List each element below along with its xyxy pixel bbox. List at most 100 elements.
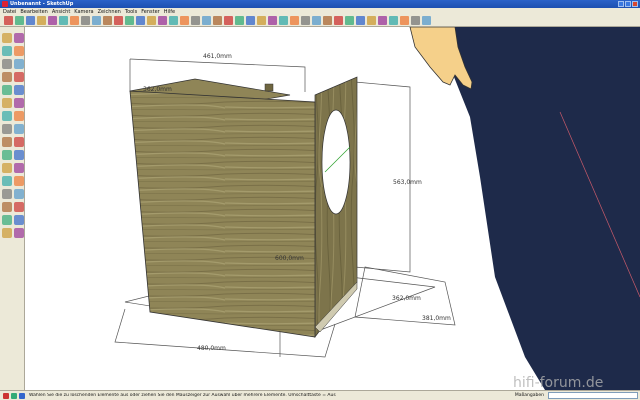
offset-icon[interactable]: [147, 16, 156, 25]
look-around-tool-icon[interactable]: [14, 215, 24, 225]
arc-icon[interactable]: [37, 16, 46, 25]
protractor-tool-icon[interactable]: [2, 137, 12, 147]
push-pull-tool-icon[interactable]: [2, 85, 12, 95]
rectangle-tool-icon[interactable]: [2, 59, 12, 69]
person-figure: [409, 27, 640, 390]
offset-tool-icon[interactable]: [14, 111, 24, 121]
monochrome-icon[interactable]: [422, 16, 431, 25]
polygon-icon[interactable]: [81, 16, 90, 25]
hidden-line-icon[interactable]: [389, 16, 398, 25]
credits-icon[interactable]: [11, 392, 17, 399]
line-icon[interactable]: [26, 16, 35, 25]
sandbox-tool-icon[interactable]: [14, 228, 24, 238]
walk-tool-icon[interactable]: [2, 215, 12, 225]
left-view-icon[interactable]: [356, 16, 365, 25]
circle-tool-icon[interactable]: [14, 59, 24, 69]
eraser-icon[interactable]: [15, 16, 24, 25]
3d-text-icon[interactable]: [213, 16, 222, 25]
minimize-button[interactable]: [618, 1, 624, 7]
window-title: Unbenannt - SketchUp: [10, 1, 74, 7]
text-icon[interactable]: [191, 16, 200, 25]
menu-kamera[interactable]: Kamera: [74, 9, 93, 15]
zoom-extents-tool-icon[interactable]: [2, 202, 12, 212]
line-tool-icon[interactable]: [2, 46, 12, 56]
scale-tool-icon[interactable]: [2, 111, 12, 121]
measurements-input[interactable]: [548, 392, 638, 399]
position-camera-tool-icon[interactable]: [2, 228, 12, 238]
eraser-tool-icon[interactable]: [14, 33, 24, 43]
xray-icon[interactable]: [367, 16, 376, 25]
protractor-icon[interactable]: [180, 16, 189, 25]
polygon-tool-icon[interactable]: [14, 72, 24, 82]
menu-datei[interactable]: Datei: [3, 9, 16, 15]
section-plane-tool-icon[interactable]: [14, 163, 24, 173]
menu-hilfe[interactable]: Hilfe: [164, 9, 175, 15]
front-view-icon[interactable]: [323, 16, 332, 25]
pan-icon[interactable]: [235, 16, 244, 25]
next-view-icon[interactable]: [290, 16, 299, 25]
arc-tool-icon[interactable]: [2, 72, 12, 82]
circle-icon[interactable]: [70, 16, 79, 25]
back-view-icon[interactable]: [345, 16, 354, 25]
close-button[interactable]: [632, 1, 638, 7]
title-bar: Unbenannt - SketchUp: [0, 0, 640, 8]
right-view-icon[interactable]: [334, 16, 343, 25]
dimension-icon[interactable]: [169, 16, 178, 25]
push-pull-icon[interactable]: [92, 16, 101, 25]
menu-zeichnen[interactable]: Zeichnen: [98, 9, 121, 15]
previous-tool-icon[interactable]: [14, 202, 24, 212]
dim-top-width: 461,0mm: [203, 53, 232, 60]
zoom-window-icon[interactable]: [257, 16, 266, 25]
previous-view-icon[interactable]: [279, 16, 288, 25]
pan-tool-icon[interactable]: [14, 176, 24, 186]
text-tool-icon[interactable]: [14, 137, 24, 147]
select-icon[interactable]: [4, 16, 13, 25]
geo-location-icon[interactable]: [3, 392, 9, 399]
help-icon[interactable]: [19, 392, 25, 399]
jeans: [445, 27, 640, 390]
follow-me-icon[interactable]: [103, 16, 112, 25]
menu-tools[interactable]: Tools: [125, 9, 137, 15]
tape-measure-icon[interactable]: [158, 16, 167, 25]
tape-measure-tool-icon[interactable]: [2, 124, 12, 134]
dimension-tool-icon[interactable]: [14, 124, 24, 134]
select-tool-icon[interactable]: [2, 33, 12, 43]
menu-bearbeiten[interactable]: Bearbeiten: [20, 9, 47, 15]
freehand-icon[interactable]: [48, 16, 57, 25]
dim-bottom-depth-outer: 381,0mm: [422, 315, 451, 322]
axes-icon[interactable]: [202, 16, 211, 25]
3d-text-tool-icon[interactable]: [14, 150, 24, 160]
move-tool-icon[interactable]: [2, 98, 12, 108]
rotate-icon[interactable]: [125, 16, 134, 25]
scale-icon[interactable]: [136, 16, 145, 25]
model-viewport[interactable]: 461,0mm 362,0mm 563,0mm 600,0mm 362,0mm …: [25, 27, 640, 390]
zoom-icon[interactable]: [246, 16, 255, 25]
status-bar: Wählen Sie die zu löschenden Elemente au…: [0, 390, 640, 400]
sketchup-app-icon: [2, 1, 8, 7]
freehand-tool-icon[interactable]: [14, 46, 24, 56]
orbit-icon[interactable]: [224, 16, 233, 25]
speaker-box[interactable]: [129, 76, 358, 339]
dim-inner-height: 600,0mm: [275, 255, 304, 262]
shaded-icon[interactable]: [400, 16, 409, 25]
zoom-tool-icon[interactable]: [2, 189, 12, 199]
menu-ansicht[interactable]: Ansicht: [52, 9, 70, 15]
maximize-button[interactable]: [625, 1, 631, 7]
move-icon[interactable]: [114, 16, 123, 25]
orbit-tool-icon[interactable]: [2, 176, 12, 186]
wireframe-icon[interactable]: [378, 16, 387, 25]
window-controls: [618, 1, 638, 7]
top-view-icon[interactable]: [312, 16, 321, 25]
dim-bottom-width: 480,0mm: [197, 345, 226, 352]
rotate-tool-icon[interactable]: [14, 98, 24, 108]
axes-tool-icon[interactable]: [2, 150, 12, 160]
iso-view-icon[interactable]: [301, 16, 310, 25]
paint-bucket-tool-icon[interactable]: [2, 163, 12, 173]
zoom-window-tool-icon[interactable]: [14, 189, 24, 199]
zoom-extents-icon[interactable]: [268, 16, 277, 25]
rectangle-icon[interactable]: [59, 16, 68, 25]
textured-icon[interactable]: [411, 16, 420, 25]
follow-me-tool-icon[interactable]: [14, 85, 24, 95]
measurements-label: Maßangaben: [514, 393, 544, 398]
menu-fenster[interactable]: Fenster: [141, 9, 160, 15]
